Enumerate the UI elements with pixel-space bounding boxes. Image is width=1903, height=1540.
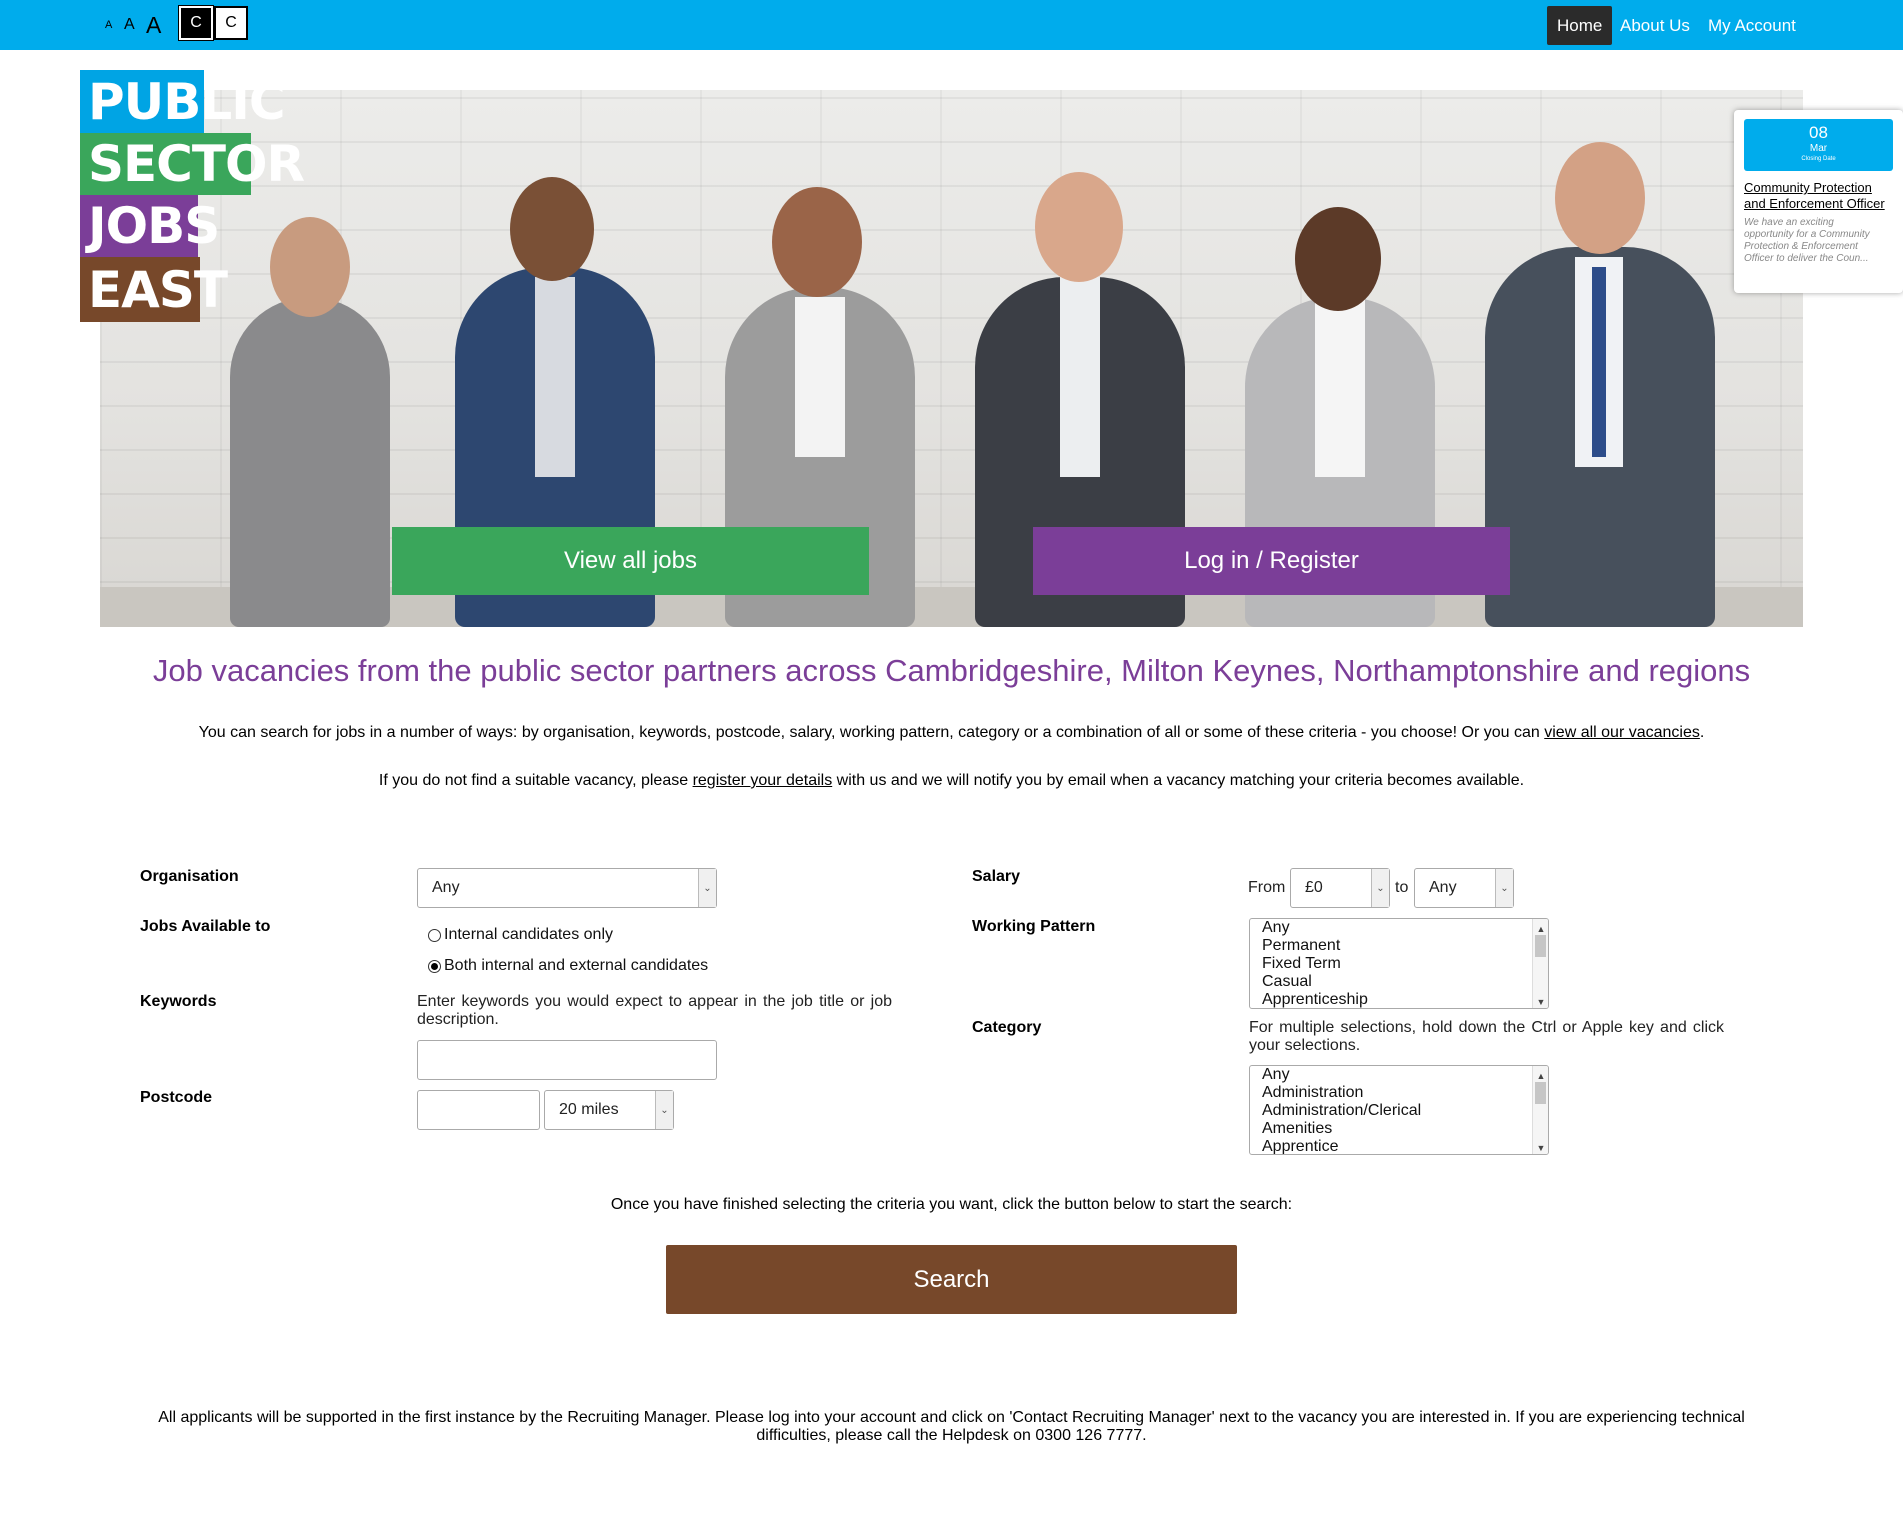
salary-to-label: to <box>1395 879 1409 896</box>
salary-from-value: £0 <box>1305 879 1323 896</box>
font-size-small-button[interactable]: A <box>105 0 112 50</box>
salary-from-label: From <box>1248 879 1286 896</box>
list-item[interactable]: Any <box>1262 919 1548 937</box>
closing-day: 08 <box>1809 123 1828 142</box>
chevron-down-icon: ⌄ <box>655 1091 673 1129</box>
list-item[interactable]: Any <box>1262 1066 1548 1084</box>
logo-line-sector: SECTOR <box>80 133 305 195</box>
list-item[interactable]: Permanent <box>1262 937 1548 955</box>
person-illustration <box>210 207 410 627</box>
radio-internal-external[interactable]: Both internal and external candidates <box>428 957 708 975</box>
nav-home[interactable]: Home <box>1547 6 1613 45</box>
logo-line-jobs: JOBS <box>80 195 220 257</box>
high-contrast-button[interactable]: C <box>178 5 214 41</box>
intro-text: You can search for jobs in a number of w… <box>198 724 1545 741</box>
scrollbar[interactable]: ▲ ▼ <box>1532 919 1548 1008</box>
keywords-label: Keywords <box>140 993 217 1010</box>
organisation-select[interactable]: Any ⌄ <box>417 868 717 908</box>
register-details-link[interactable]: register your details <box>693 772 833 789</box>
postcode-input[interactable] <box>417 1090 540 1130</box>
category-help-text: For multiple selections, hold down the C… <box>1249 1019 1724 1054</box>
radio-button-unchecked[interactable] <box>428 928 441 942</box>
font-size-medium-button[interactable]: A <box>124 0 135 50</box>
salary-label: Salary <box>972 868 1021 885</box>
list-item[interactable]: Apprentice <box>1262 1138 1548 1154</box>
distance-select[interactable]: 20 miles ⌄ <box>544 1090 674 1130</box>
scrollbar-thumb[interactable] <box>1535 1082 1546 1104</box>
chevron-down-icon: ⌄ <box>1371 869 1389 907</box>
list-item[interactable]: Fixed Term <box>1262 955 1548 973</box>
font-size-large-button[interactable]: A <box>146 0 161 50</box>
closing-date-badge: 08 Mar Closing Date <box>1744 119 1893 171</box>
salary-from-select[interactable]: £0 ⌄ <box>1290 868 1390 908</box>
intro-text: If you do not find a suitable vacancy, p… <box>378 772 693 789</box>
radio-both-label: Both internal and external candidates <box>444 957 709 974</box>
intro-paragraph-1: You can search for jobs in a number of w… <box>0 724 1903 742</box>
distance-selected-value: 20 miles <box>559 1101 619 1118</box>
scroll-up-icon[interactable]: ▲ <box>1533 920 1548 934</box>
category-listbox[interactable]: Any Administration Administration/Cleric… <box>1249 1065 1549 1155</box>
hero-banner <box>100 90 1803 627</box>
postcode-label: Postcode <box>140 1089 213 1106</box>
intro-paragraph-2: If you do not find a suitable vacancy, p… <box>0 772 1903 790</box>
keywords-input[interactable] <box>417 1040 717 1080</box>
radio-internal-label: Internal candidates only <box>444 926 613 943</box>
working-pattern-label: Working Pattern <box>972 918 1096 935</box>
jobs-available-label: Jobs Available to <box>140 918 271 935</box>
search-instruction-text: Once you have finished selecting the cri… <box>610 1196 1293 1213</box>
organisation-label: Organisation <box>140 868 239 885</box>
closing-month: Mar <box>1809 143 1828 154</box>
intro-text-end: with us and we will notify you by email … <box>832 772 1525 789</box>
organisation-selected-value: Any <box>432 879 460 896</box>
salary-to-value: Any <box>1429 879 1457 896</box>
featured-job-description: We have an exciting opportunity for a Co… <box>1744 217 1870 264</box>
list-item[interactable]: Amenities <box>1262 1120 1548 1138</box>
chevron-down-icon: ⌄ <box>1495 869 1513 907</box>
keywords-help-text: Enter keywords you would expect to appea… <box>417 993 892 1028</box>
salary-to-select[interactable]: Any ⌄ <box>1414 868 1514 908</box>
scrollbar[interactable]: ▲ ▼ <box>1532 1066 1548 1154</box>
nav-about-us[interactable]: About Us <box>1610 6 1700 45</box>
list-item[interactable]: Casual <box>1262 973 1548 991</box>
logo-line-public: PUBLIC <box>80 70 286 133</box>
list-item[interactable]: Apprenticeship <box>1262 991 1548 1008</box>
intro-text-end: . <box>1699 724 1705 741</box>
footer-support-text: All applicants will be supported in the … <box>158 1409 1745 1444</box>
category-label: Category <box>972 1019 1042 1036</box>
scroll-down-icon[interactable]: ▼ <box>1533 993 1548 1007</box>
scroll-down-icon[interactable]: ▼ <box>1533 1139 1548 1153</box>
scrollbar-thumb[interactable] <box>1535 935 1546 957</box>
working-pattern-listbox[interactable]: Any Permanent Fixed Term Casual Apprenti… <box>1249 918 1549 1009</box>
featured-job-card: 08 Mar Closing Date Community Protection… <box>1734 110 1903 293</box>
closing-date-label: Closing Date <box>1801 156 1836 162</box>
list-item[interactable]: Administration/Clerical <box>1262 1102 1548 1120</box>
featured-job-title-link[interactable]: Community Protection and Enforcement Off… <box>1744 180 1894 212</box>
view-all-vacancies-link[interactable]: view all our vacancies <box>1544 724 1700 741</box>
logo-line-east: EAST <box>80 257 228 322</box>
search-button[interactable]: Search <box>666 1245 1237 1314</box>
top-bar: A A A C C Home About Us My Account <box>0 0 1903 50</box>
scroll-up-icon[interactable]: ▲ <box>1533 1067 1548 1081</box>
list-item[interactable]: Administration <box>1262 1084 1548 1102</box>
normal-contrast-button[interactable]: C <box>214 6 248 40</box>
radio-internal-only[interactable]: Internal candidates only <box>428 926 613 944</box>
chevron-down-icon: ⌄ <box>698 869 716 907</box>
radio-button-checked[interactable] <box>428 959 441 973</box>
nav-my-account[interactable]: My Account <box>1698 6 1806 45</box>
login-register-button[interactable]: Log in / Register <box>1033 527 1510 595</box>
page-headline: Job vacancies from the public sector par… <box>152 653 1751 688</box>
view-all-jobs-button[interactable]: View all jobs <box>392 527 869 595</box>
